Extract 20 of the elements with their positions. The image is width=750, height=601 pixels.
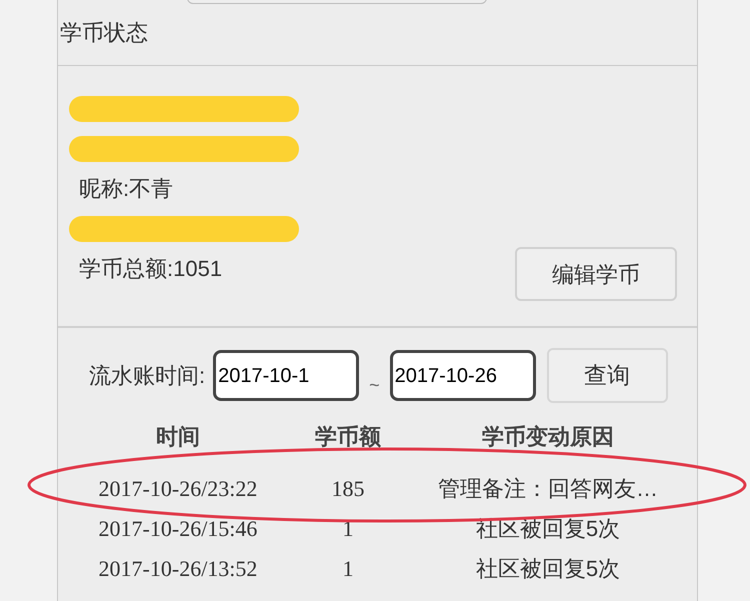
table-cell-text: 1	[342, 555, 354, 583]
profile-line: 学币总额:1051	[79, 255, 222, 283]
range-separator: ~	[369, 374, 380, 397]
column-header: 学币变动原因	[481, 423, 615, 451]
table-cell-text: 185	[330, 475, 366, 503]
table-cell-text: 管理备注：回答网友…	[437, 475, 659, 503]
table-cell-text: 1	[342, 515, 354, 543]
column-header: 学币额	[314, 423, 382, 451]
ledger-time-label: 流水账时间:	[89, 362, 206, 390]
query-button[interactable]: 查询	[546, 348, 668, 403]
table-cell-text: 2017-10-26/23:22	[98, 475, 258, 503]
date-to-field[interactable]: 2017-10-26	[390, 350, 536, 401]
panel-title: 学币状态	[60, 20, 148, 45]
table-cell-text: 2017-10-26/13:52	[98, 555, 258, 583]
profile-line: 昵称:不青	[79, 175, 174, 203]
edit-coins-button[interactable]: 编辑学币	[515, 247, 677, 301]
column-header: 时间	[155, 423, 201, 451]
date-from-field[interactable]: 2017-10-1	[213, 350, 360, 401]
table-cell-text: 2017-10-26/15:46	[98, 515, 258, 543]
table-cell-text: 社区被回复5次	[474, 555, 622, 583]
